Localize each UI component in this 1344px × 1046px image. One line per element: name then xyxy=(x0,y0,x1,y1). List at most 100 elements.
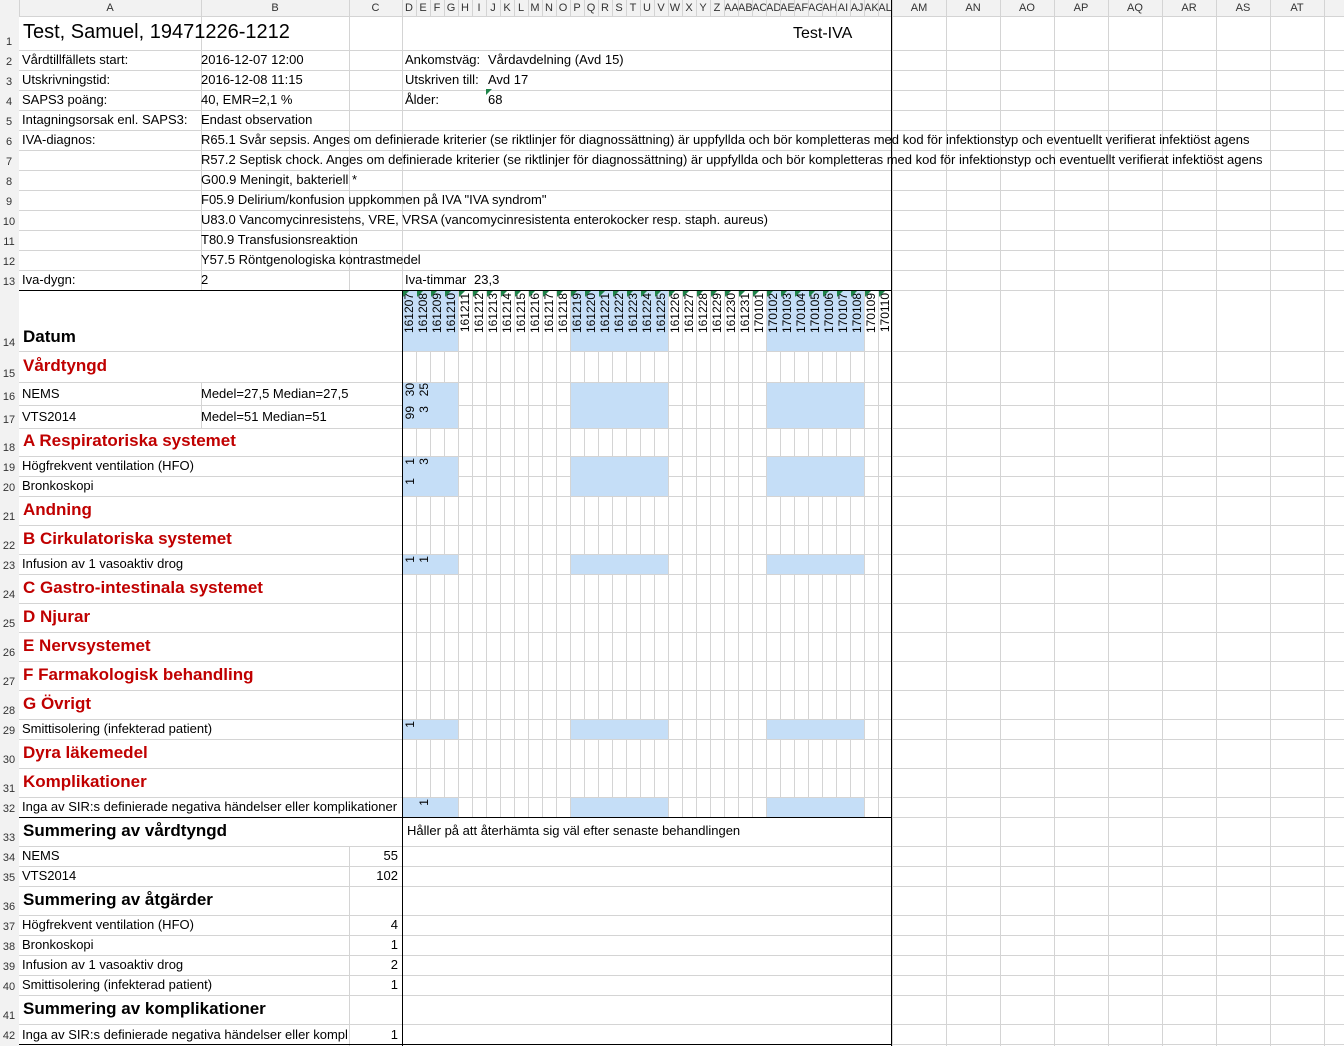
date-header[interactable]: 161227 xyxy=(682,293,696,333)
hfo-label[interactable]: Högfrekvent ventilation (HFO) xyxy=(22,458,194,473)
row-header-40[interactable]: 40 xyxy=(0,981,18,993)
row-header-21[interactable]: 21 xyxy=(0,511,18,523)
row-header-13[interactable]: 13 xyxy=(0,276,18,288)
info-value-start[interactable]: 2016-12-07 12:00 xyxy=(201,52,304,67)
row-header-32[interactable]: 32 xyxy=(0,803,18,815)
date-header[interactable]: 161222 xyxy=(612,293,626,333)
smitt-label[interactable]: Smittisolering (infekterad patient) xyxy=(22,721,212,736)
column-header-h[interactable]: H xyxy=(458,0,472,16)
row-header-14[interactable]: 14 xyxy=(0,337,18,349)
date-header[interactable]: 161207 xyxy=(402,293,416,333)
date-header[interactable]: 161220 xyxy=(584,293,598,333)
column-header-d[interactable]: D xyxy=(402,0,416,16)
row-header-11[interactable]: 11 xyxy=(0,236,18,248)
column-header-t[interactable]: T xyxy=(626,0,640,16)
row-header-28[interactable]: 28 xyxy=(0,705,18,717)
column-header-o[interactable]: O xyxy=(556,0,570,16)
date-header[interactable]: 161218 xyxy=(556,293,570,333)
column-header-e[interactable]: E xyxy=(416,0,430,16)
row-header-27[interactable]: 27 xyxy=(0,676,18,688)
row-header-25[interactable]: 25 xyxy=(0,618,18,630)
iva-timmar-value[interactable]: 23,3 xyxy=(474,272,499,287)
date-header[interactable]: 161211 xyxy=(458,293,472,332)
row-header-33[interactable]: 33 xyxy=(0,832,18,844)
diagnosis-2[interactable]: R57.2 Septisk chock. Anges om definierad… xyxy=(201,152,1262,167)
iva-dygn-label[interactable]: Iva-dygn: xyxy=(22,272,75,287)
row-header-30[interactable]: 30 xyxy=(0,754,18,766)
column-header-ad[interactable]: AD xyxy=(766,0,780,16)
column-header-g[interactable]: G xyxy=(444,0,458,16)
date-header[interactable]: 170101 xyxy=(752,293,766,333)
date-header[interactable]: 170103 xyxy=(780,293,794,333)
date-header[interactable]: 161212 xyxy=(472,293,486,333)
date-header[interactable]: 161223 xyxy=(626,293,640,333)
column-header-n[interactable]: N xyxy=(542,0,556,16)
column-header-k[interactable]: K xyxy=(500,0,514,16)
row-header-41[interactable]: 41 xyxy=(0,1010,18,1022)
info-label-alder[interactable]: Ålder: xyxy=(405,92,439,107)
column-header-as[interactable]: AS xyxy=(1216,0,1270,16)
infusion-value-e[interactable]: 1 xyxy=(417,556,431,563)
unit-title[interactable]: Test-IVA xyxy=(793,25,852,43)
row-header-19[interactable]: 19 xyxy=(0,462,18,474)
column-header-z[interactable]: Z xyxy=(710,0,724,16)
date-header[interactable]: 170102 xyxy=(766,293,780,333)
column-header-a[interactable]: A xyxy=(19,0,201,16)
diagnosis-6[interactable]: T80.9 Transfusionsreaktion xyxy=(201,232,358,247)
infusion-value-d[interactable]: 1 xyxy=(403,556,417,563)
diagnosis-4[interactable]: F05.9 Delirium/konfusion uppkommen på IV… xyxy=(201,192,546,207)
row-header-31[interactable]: 31 xyxy=(0,783,18,795)
row-header-24[interactable]: 24 xyxy=(0,589,18,601)
column-header-ac[interactable]: AC xyxy=(752,0,766,16)
column-header-q[interactable]: Q xyxy=(584,0,598,16)
row-header-26[interactable]: 26 xyxy=(0,647,18,659)
row-header-2[interactable]: 2 xyxy=(0,56,18,68)
patient-title[interactable]: Test, Samuel, 19471226-1212 xyxy=(23,21,290,44)
row-header-22[interactable]: 22 xyxy=(0,540,18,552)
column-header-c[interactable]: C xyxy=(349,0,402,16)
section-komplikationer[interactable]: Komplikationer xyxy=(23,772,147,792)
column-header-p[interactable]: P xyxy=(570,0,584,16)
date-header[interactable]: 161208 xyxy=(416,293,430,333)
row-header-23[interactable]: 23 xyxy=(0,560,18,572)
row-header-8[interactable]: 8 xyxy=(0,176,18,188)
section-respiratoriska[interactable]: A Respiratoriska systemet xyxy=(23,431,236,451)
row-header-7[interactable]: 7 xyxy=(0,156,18,168)
row-header-38[interactable]: 38 xyxy=(0,941,18,953)
info-value-utskriven[interactable]: Avd 17 xyxy=(488,72,528,87)
row-header-42[interactable]: 42 xyxy=(0,1030,18,1042)
info-label-saps3[interactable]: SAPS3 poäng: xyxy=(22,92,107,107)
info-label-utskrivning[interactable]: Utskrivningstid: xyxy=(22,72,110,87)
date-header[interactable]: 161231 xyxy=(738,293,752,333)
hfo-value-e[interactable]: 3 xyxy=(417,458,431,465)
section-andning[interactable]: Andning xyxy=(23,500,92,520)
column-header-f[interactable]: F xyxy=(430,0,444,16)
date-header[interactable]: 161209 xyxy=(430,293,444,333)
info-value-utskrivning[interactable]: 2016-12-08 11:15 xyxy=(201,72,303,87)
iva-dygn-value[interactable]: 2 xyxy=(201,272,208,287)
row-header-12[interactable]: 12 xyxy=(0,256,18,268)
hfo-value-d[interactable]: 1 xyxy=(403,458,417,465)
column-header-al[interactable]: AL xyxy=(878,0,892,16)
summary-bronk-label[interactable]: Bronkoskopi xyxy=(22,937,94,952)
summary-hfo-value[interactable]: 4 xyxy=(348,917,398,932)
section-gastro[interactable]: C Gastro-intestinala systemet xyxy=(23,578,263,598)
column-header-y[interactable]: Y xyxy=(696,0,710,16)
column-header-m[interactable]: M xyxy=(528,0,542,16)
info-label-intagning[interactable]: Intagningsorsak enl. SAPS3: xyxy=(22,112,188,127)
row-header-3[interactable]: 3 xyxy=(0,76,18,88)
diagnosis-7[interactable]: Y57.5 Röntgenologiska kontrastmedel xyxy=(201,252,421,267)
diagnosis-3[interactable]: G00.9 Meningit, bakteriell * xyxy=(201,172,357,187)
section-dyra[interactable]: Dyra läkemedel xyxy=(23,743,148,763)
section-njurar[interactable]: D Njurar xyxy=(23,607,90,627)
summary-infusion-value[interactable]: 2 xyxy=(348,957,398,972)
column-header-ah[interactable]: AH xyxy=(822,0,836,16)
diagnoses-label[interactable]: IVA-diagnos: xyxy=(22,132,95,147)
summary-kompl-title[interactable]: Summering av komplikationer xyxy=(23,999,266,1019)
date-header[interactable]: 161230 xyxy=(724,293,738,333)
summary-vardtyngd-title[interactable]: Summering av vårdtyngd xyxy=(23,821,227,841)
date-header[interactable]: 161226 xyxy=(668,293,682,333)
date-header[interactable]: 161225 xyxy=(654,293,668,333)
bronk-label[interactable]: Bronkoskopi xyxy=(22,478,94,493)
row-header-36[interactable]: 36 xyxy=(0,901,18,913)
